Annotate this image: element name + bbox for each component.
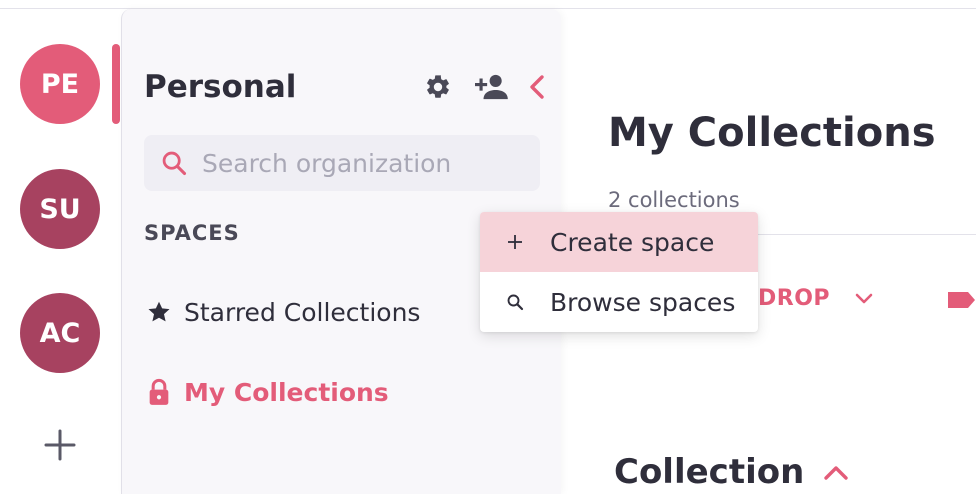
sidebar-item-label: Starred Collections (184, 297, 421, 327)
settings-button[interactable] (422, 71, 454, 103)
collection-heading-label: Collection (614, 452, 805, 492)
search-input[interactable] (202, 148, 522, 178)
drop-label: DROP (758, 286, 831, 311)
chevron-down-icon (854, 289, 874, 309)
gear-icon (427, 75, 449, 98)
plus-icon (44, 429, 76, 461)
org-avatar-personal[interactable]: PE (20, 44, 100, 124)
menu-item-label: Create space (550, 227, 715, 257)
collection-heading: Collection (614, 452, 852, 492)
org-rail: PE SU AC (0, 9, 121, 494)
org-avatar-ac[interactable]: AC (20, 293, 100, 373)
lock-icon (144, 377, 174, 407)
spaces-heading: SPACES (144, 221, 240, 245)
org-avatar-initials: PE (40, 68, 80, 100)
star-icon (144, 297, 174, 327)
spaces-menu: Create space Browse spaces (480, 212, 758, 332)
sidebar-item-starred-collections[interactable]: Starred Collections (144, 297, 420, 327)
sidebar-item-my-collections[interactable]: My Collections (144, 377, 389, 407)
org-avatar-initials: AC (39, 317, 81, 349)
add-org-button[interactable] (42, 427, 78, 463)
menu-item-create-space[interactable]: Create space (480, 212, 758, 272)
menu-item-browse-spaces[interactable]: Browse spaces (480, 272, 758, 332)
tag-icon[interactable] (946, 288, 976, 312)
search-icon (480, 272, 550, 332)
sidebar-item-label: My Collections (184, 377, 389, 407)
org-title: Personal (144, 69, 297, 105)
org-search (144, 135, 540, 191)
search-icon (154, 135, 194, 191)
org-avatar-su[interactable]: SU (20, 169, 100, 249)
active-org-indicator (112, 44, 120, 124)
collection-count: 2 collections (608, 188, 740, 212)
chevron-up-icon[interactable] (822, 457, 852, 487)
plus-icon (480, 212, 550, 272)
page-title: My Collections (608, 110, 936, 156)
invite-member-button[interactable] (474, 71, 510, 103)
person-add-icon (475, 74, 508, 100)
chevron-left-icon (530, 75, 544, 99)
org-avatar-initials: SU (39, 193, 81, 225)
menu-item-label: Browse spaces (550, 287, 736, 317)
drop-button[interactable]: DROP (758, 286, 874, 311)
collapse-sidebar-button[interactable] (522, 71, 552, 103)
app-window: PE SU AC Personal Search organization SP… (0, 0, 976, 494)
